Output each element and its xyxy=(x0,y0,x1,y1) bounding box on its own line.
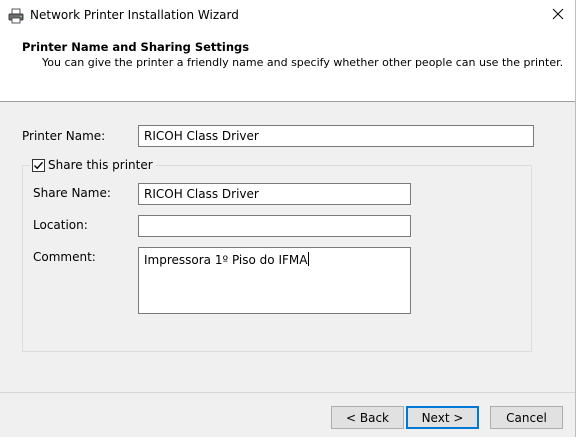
comment-text: Impressora 1º Piso do IFMA xyxy=(144,253,308,267)
back-button[interactable]: < Back xyxy=(331,406,404,429)
close-icon xyxy=(552,8,564,23)
comment-label: Comment: xyxy=(33,250,96,264)
title-bar: Network Printer Installation Wizard xyxy=(0,0,575,31)
next-button[interactable]: Next > xyxy=(406,406,479,429)
printer-name-label: Printer Name: xyxy=(22,129,106,143)
page-subtitle: You can give the printer a friendly name… xyxy=(42,56,564,69)
location-input[interactable] xyxy=(138,215,411,237)
share-name-label: Share Name: xyxy=(33,186,111,200)
text-caret xyxy=(308,252,310,266)
footer-divider xyxy=(0,392,575,393)
wizard-header: Printer Name and Sharing Settings You ca… xyxy=(0,31,575,102)
window-bottom-edge xyxy=(0,437,576,441)
cancel-button[interactable]: Cancel xyxy=(490,406,563,429)
page-title: Printer Name and Sharing Settings xyxy=(22,40,250,54)
close-button[interactable] xyxy=(541,0,575,31)
window-title: Network Printer Installation Wizard xyxy=(30,8,239,22)
checkbox-box[interactable] xyxy=(32,158,45,172)
location-label: Location: xyxy=(33,218,88,232)
share-name-input[interactable]: RICOH Class Driver xyxy=(138,183,411,205)
checkmark-icon xyxy=(33,161,44,169)
share-printer-label: Share this printer xyxy=(48,158,153,172)
wizard-window: Network Printer Installation Wizard Prin… xyxy=(0,0,576,441)
comment-textarea[interactable]: Impressora 1º Piso do IFMA xyxy=(138,247,411,314)
printer-icon xyxy=(8,8,24,24)
printer-name-input[interactable]: RICOH Class Driver xyxy=(138,125,534,147)
share-printer-checkbox[interactable]: Share this printer xyxy=(30,157,156,173)
